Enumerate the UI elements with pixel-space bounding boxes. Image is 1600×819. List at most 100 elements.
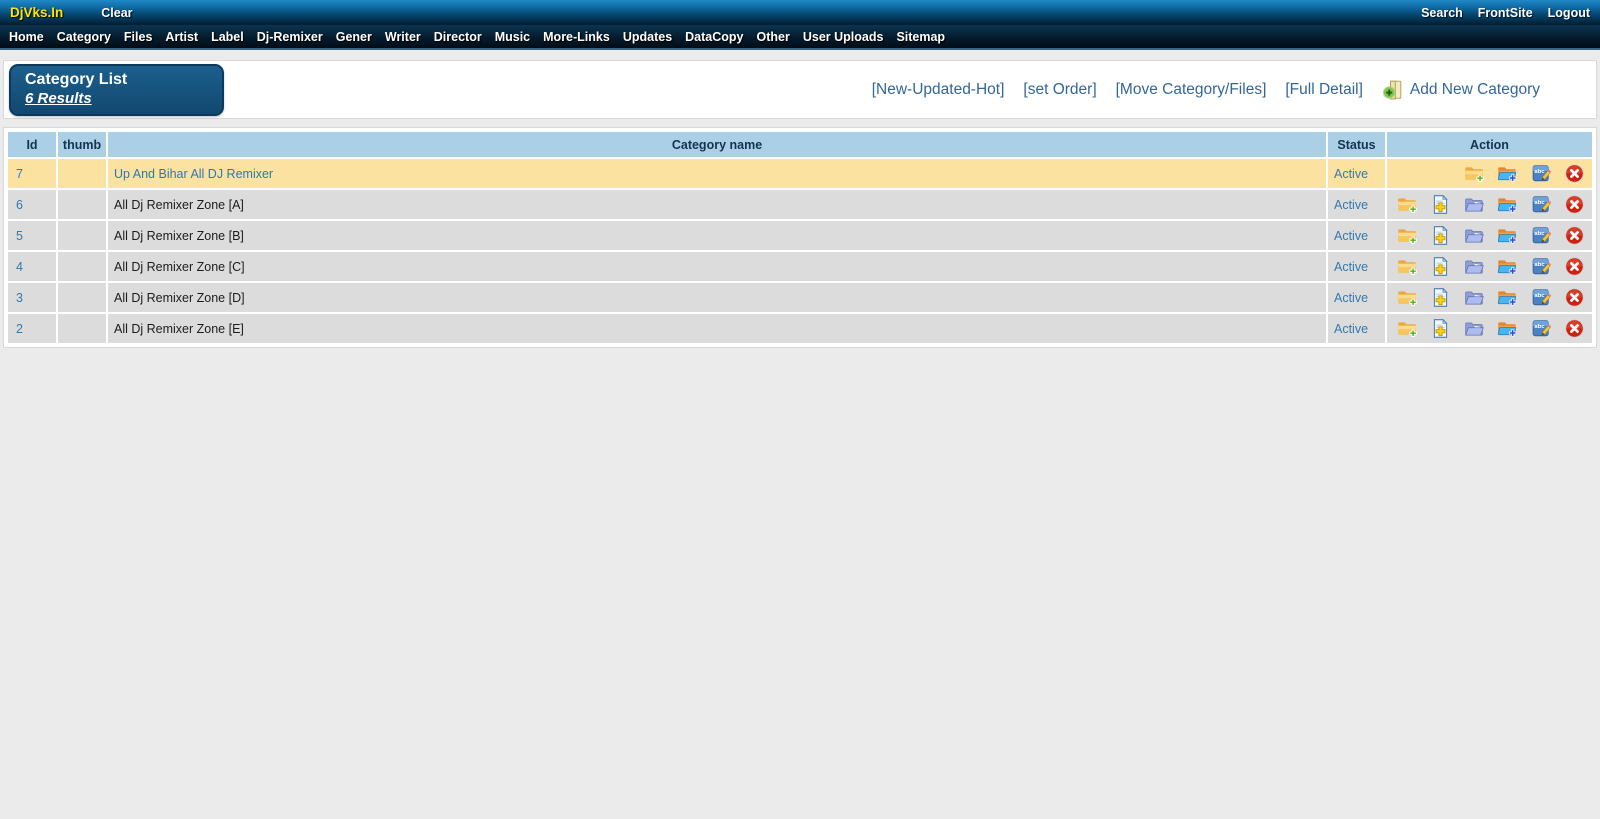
folder-open-icon[interactable] <box>1464 256 1485 277</box>
row-thumb <box>58 283 106 312</box>
status-badge[interactable]: Active <box>1328 283 1385 312</box>
category-table: Id thumb Category name Status Action 7 U… <box>6 130 1594 345</box>
table-row: 3 All Dj Remixer Zone [D] Active <box>8 283 1592 312</box>
folder-add-icon[interactable] <box>1397 225 1418 246</box>
nav-item-updates[interactable]: Updates <box>623 30 672 44</box>
category-name[interactable]: All Dj Remixer Zone [D] <box>108 283 1326 312</box>
status-badge[interactable]: Active <box>1328 221 1385 250</box>
page-header-strip: Category List 6 Results [New-Updated-Hot… <box>3 60 1597 119</box>
nav-item-gener[interactable]: Gener <box>336 30 372 44</box>
nav-item-files[interactable]: Files <box>124 30 153 44</box>
main-nav: Home Category Files Artist Label Dj-Remi… <box>0 25 1600 50</box>
edit-icon[interactable] <box>1531 163 1552 184</box>
folder-add-icon[interactable] <box>1397 194 1418 215</box>
status-badge[interactable]: Active <box>1328 314 1385 343</box>
file-add-icon[interactable] <box>1430 256 1451 277</box>
file-add-icon[interactable] <box>1430 318 1451 339</box>
row-id-link[interactable]: 4 <box>8 252 56 281</box>
file-add-icon[interactable] <box>1430 225 1451 246</box>
nav-item-director[interactable]: Director <box>434 30 482 44</box>
folder-add-icon[interactable] <box>1464 163 1485 184</box>
status-badge[interactable]: Active <box>1328 190 1385 219</box>
folder-new-icon[interactable] <box>1497 287 1518 308</box>
row-thumb <box>58 252 106 281</box>
edit-icon[interactable] <box>1531 194 1552 215</box>
row-id-link[interactable]: 5 <box>8 221 56 250</box>
move-category-files-link[interactable]: [Move Category/Files] <box>1116 81 1267 99</box>
folder-new-icon[interactable] <box>1497 318 1518 339</box>
brand-logo[interactable]: DjVks.In <box>10 5 63 20</box>
edit-icon[interactable] <box>1531 256 1552 277</box>
full-detail-link[interactable]: [Full Detail] <box>1285 81 1363 99</box>
row-id-link[interactable]: 3 <box>8 283 56 312</box>
nav-item-music[interactable]: Music <box>495 30 530 44</box>
status-badge[interactable]: Active <box>1328 252 1385 281</box>
status-badge[interactable]: Active <box>1328 159 1385 188</box>
category-list-title-box: Category List 6 Results <box>9 63 224 116</box>
category-name[interactable]: All Dj Remixer Zone [C] <box>108 252 1326 281</box>
row-id-link[interactable]: 6 <box>8 190 56 219</box>
delete-icon[interactable] <box>1564 225 1585 246</box>
nav-item-sitemap[interactable]: Sitemap <box>896 30 945 44</box>
row-id-link[interactable]: 2 <box>8 314 56 343</box>
row-thumb <box>58 221 106 250</box>
folder-add-icon[interactable] <box>1397 287 1418 308</box>
folder-new-icon[interactable] <box>1497 225 1518 246</box>
nav-item-more-links[interactable]: More-Links <box>543 30 610 44</box>
folder-new-icon[interactable] <box>1497 194 1518 215</box>
folder-open-icon[interactable] <box>1464 194 1485 215</box>
col-header-category-name: Category name <box>108 132 1326 157</box>
delete-icon[interactable] <box>1564 318 1585 339</box>
results-count-link[interactable]: 6 Results <box>25 90 92 107</box>
edit-icon[interactable] <box>1531 318 1552 339</box>
new-updated-hot-link[interactable]: [New-Updated-Hot] <box>872 81 1005 99</box>
nav-item-label[interactable]: Label <box>211 30 244 44</box>
folder-open-icon[interactable] <box>1464 287 1485 308</box>
folder-add-icon[interactable] <box>1397 256 1418 277</box>
content-area: Category List 6 Results [New-Updated-Hot… <box>0 50 1600 348</box>
delete-icon[interactable] <box>1564 194 1585 215</box>
delete-icon[interactable] <box>1564 256 1585 277</box>
col-header-thumb: thumb <box>58 132 106 157</box>
delete-icon[interactable] <box>1564 163 1585 184</box>
table-row: 4 All Dj Remixer Zone [C] Active <box>8 252 1592 281</box>
table-row: 2 All Dj Remixer Zone [E] Active <box>8 314 1592 343</box>
folder-add-icon[interactable] <box>1397 318 1418 339</box>
nav-item-home[interactable]: Home <box>9 30 44 44</box>
folder-open-icon[interactable] <box>1464 318 1485 339</box>
row-actions <box>1387 283 1592 312</box>
search-link[interactable]: Search <box>1421 6 1463 20</box>
add-new-category-button[interactable]: Add New Category <box>1382 79 1540 101</box>
frontsite-link[interactable]: FrontSite <box>1478 6 1533 20</box>
category-name[interactable]: All Dj Remixer Zone [E] <box>108 314 1326 343</box>
clear-link[interactable]: Clear <box>101 6 132 20</box>
folder-new-icon[interactable] <box>1497 163 1518 184</box>
folder-plus-icon <box>1382 79 1404 101</box>
nav-item-datacopy[interactable]: DataCopy <box>685 30 743 44</box>
nav-item-user-uploads[interactable]: User Uploads <box>803 30 884 44</box>
category-name-link[interactable]: Up And Bihar All DJ Remixer <box>108 159 1326 188</box>
category-name[interactable]: All Dj Remixer Zone [B] <box>108 221 1326 250</box>
folder-new-icon[interactable] <box>1497 256 1518 277</box>
file-add-icon[interactable] <box>1430 194 1451 215</box>
col-header-id: Id <box>8 132 56 157</box>
file-add-icon[interactable] <box>1430 287 1451 308</box>
edit-icon[interactable] <box>1531 225 1552 246</box>
nav-item-other[interactable]: Other <box>757 30 790 44</box>
delete-icon[interactable] <box>1564 287 1585 308</box>
nav-item-dj-remixer[interactable]: Dj-Remixer <box>257 30 323 44</box>
add-new-category-label: Add New Category <box>1409 80 1540 98</box>
edit-icon[interactable] <box>1531 287 1552 308</box>
table-row: 6 All Dj Remixer Zone [A] Active <box>8 190 1592 219</box>
top-bar: DjVks.In Clear Search FrontSite Logout <box>0 0 1600 25</box>
set-order-link[interactable]: [set Order] <box>1023 81 1096 99</box>
row-id-link[interactable]: 7 <box>8 159 56 188</box>
nav-item-artist[interactable]: Artist <box>165 30 198 44</box>
nav-item-category[interactable]: Category <box>57 30 111 44</box>
table-header-row: Id thumb Category name Status Action <box>8 132 1592 157</box>
nav-item-writer[interactable]: Writer <box>385 30 421 44</box>
logout-link[interactable]: Logout <box>1548 6 1590 20</box>
category-name[interactable]: All Dj Remixer Zone [A] <box>108 190 1326 219</box>
header-action-links: [New-Updated-Hot] [set Order] [Move Cate… <box>872 79 1540 101</box>
folder-open-icon[interactable] <box>1464 225 1485 246</box>
